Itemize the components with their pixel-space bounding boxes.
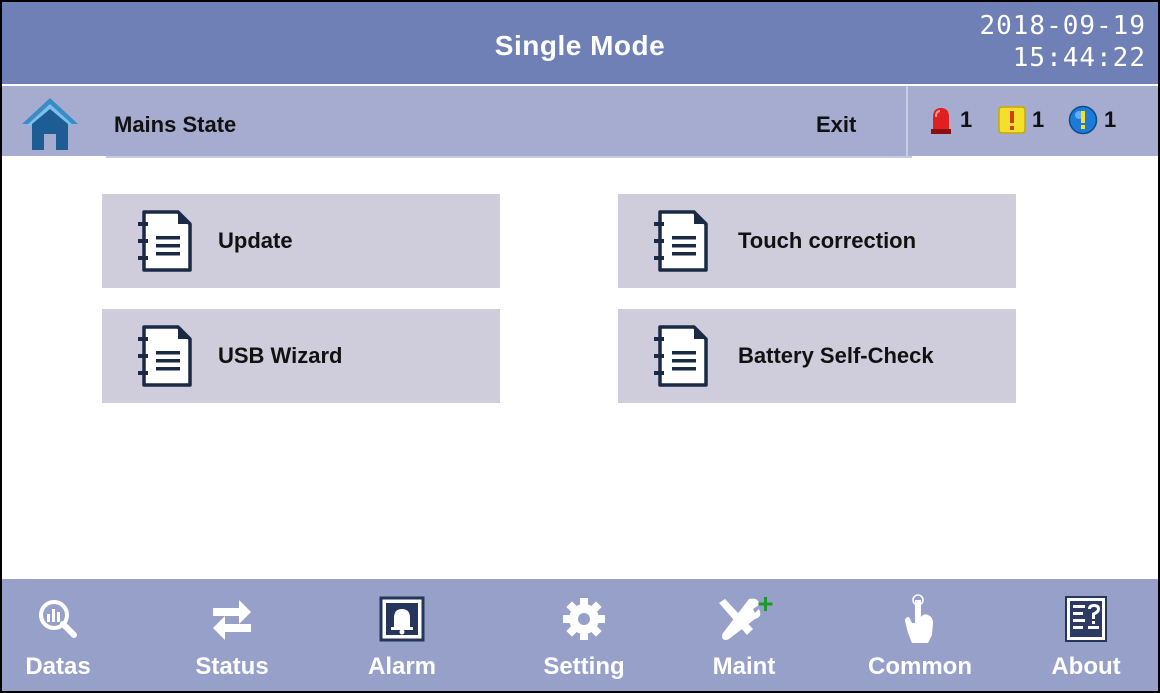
home-icon [22,98,78,150]
nav-maint-label: Maint [712,653,776,680]
info-alarm-indicator[interactable]: 1 [1068,104,1116,136]
bell-icon [379,596,425,642]
alarm-summary: 1 1 1 [906,86,1158,156]
datetime-display: 2018-09-19 15:44:22 [979,10,1146,74]
tools-icon [719,597,773,640]
date-text: 2018-09-19 [979,11,1146,41]
bottom-nav: Datas Status Alarm Setting Maint Common … [2,579,1158,691]
document-icon [138,210,192,272]
pointer-hand-icon [905,594,933,643]
sub-header: Mains State Exit 1 1 1 [2,86,1158,156]
gear-icon [563,598,605,640]
nav-setting-label: Setting [543,653,625,680]
nav-alarm-label: Alarm [367,653,437,680]
nav-datas[interactable]: Datas [2,579,128,691]
usb-wizard-label: USB Wizard [218,343,343,368]
page-title: Mains State [114,112,237,137]
touch-correction-button[interactable]: Touch correction [618,194,1016,288]
time-text: 15:44:22 [1012,43,1146,73]
home-button[interactable] [20,94,80,152]
battery-self-check-button[interactable]: Battery Self-Check [618,309,1016,403]
nav-setting[interactable]: Setting [514,579,654,691]
red-siren-icon [931,108,951,134]
usb-wizard-button[interactable]: USB Wizard [102,309,500,403]
update-label: Update [218,228,293,253]
warning-alarm-indicator[interactable]: 1 [998,104,1044,136]
nav-status[interactable]: Status [162,579,302,691]
update-button[interactable]: Update [102,194,500,288]
exit-button[interactable]: Exit [816,112,856,138]
nav-about-label: About [1051,653,1121,680]
nav-common-label: Common [868,653,972,680]
document-icon [654,210,708,272]
nav-about[interactable]: About [1016,579,1156,691]
touch-correction-label: Touch correction [738,228,917,253]
warning-alarm-count: 1 [1032,107,1045,132]
title-bar: Single Mode 2018-09-19 15:44:22 [2,2,1158,84]
document-icon [654,325,708,387]
swap-arrows-icon [213,600,251,640]
nav-status-label: Status [195,653,269,680]
help-document-icon [1065,596,1107,642]
info-alarm-count: 1 [1104,107,1117,132]
nav-alarm[interactable]: Alarm [332,579,472,691]
magnifier-chart-icon [39,600,77,638]
blue-info-icon [1068,105,1098,135]
critical-alarm-indicator[interactable]: 1 [928,104,972,136]
document-icon [138,325,192,387]
nav-common[interactable]: Common [850,579,990,691]
screen: Single Mode 2018-09-19 15:44:22 Mains St… [0,0,1160,693]
yellow-warning-icon [998,106,1026,134]
critical-alarm-count: 1 [960,107,973,132]
nav-maint[interactable]: Maint [674,579,814,691]
divider [106,156,912,158]
nav-datas-label: Datas [25,653,91,680]
battery-self-check-label: Battery Self-Check [738,343,934,368]
